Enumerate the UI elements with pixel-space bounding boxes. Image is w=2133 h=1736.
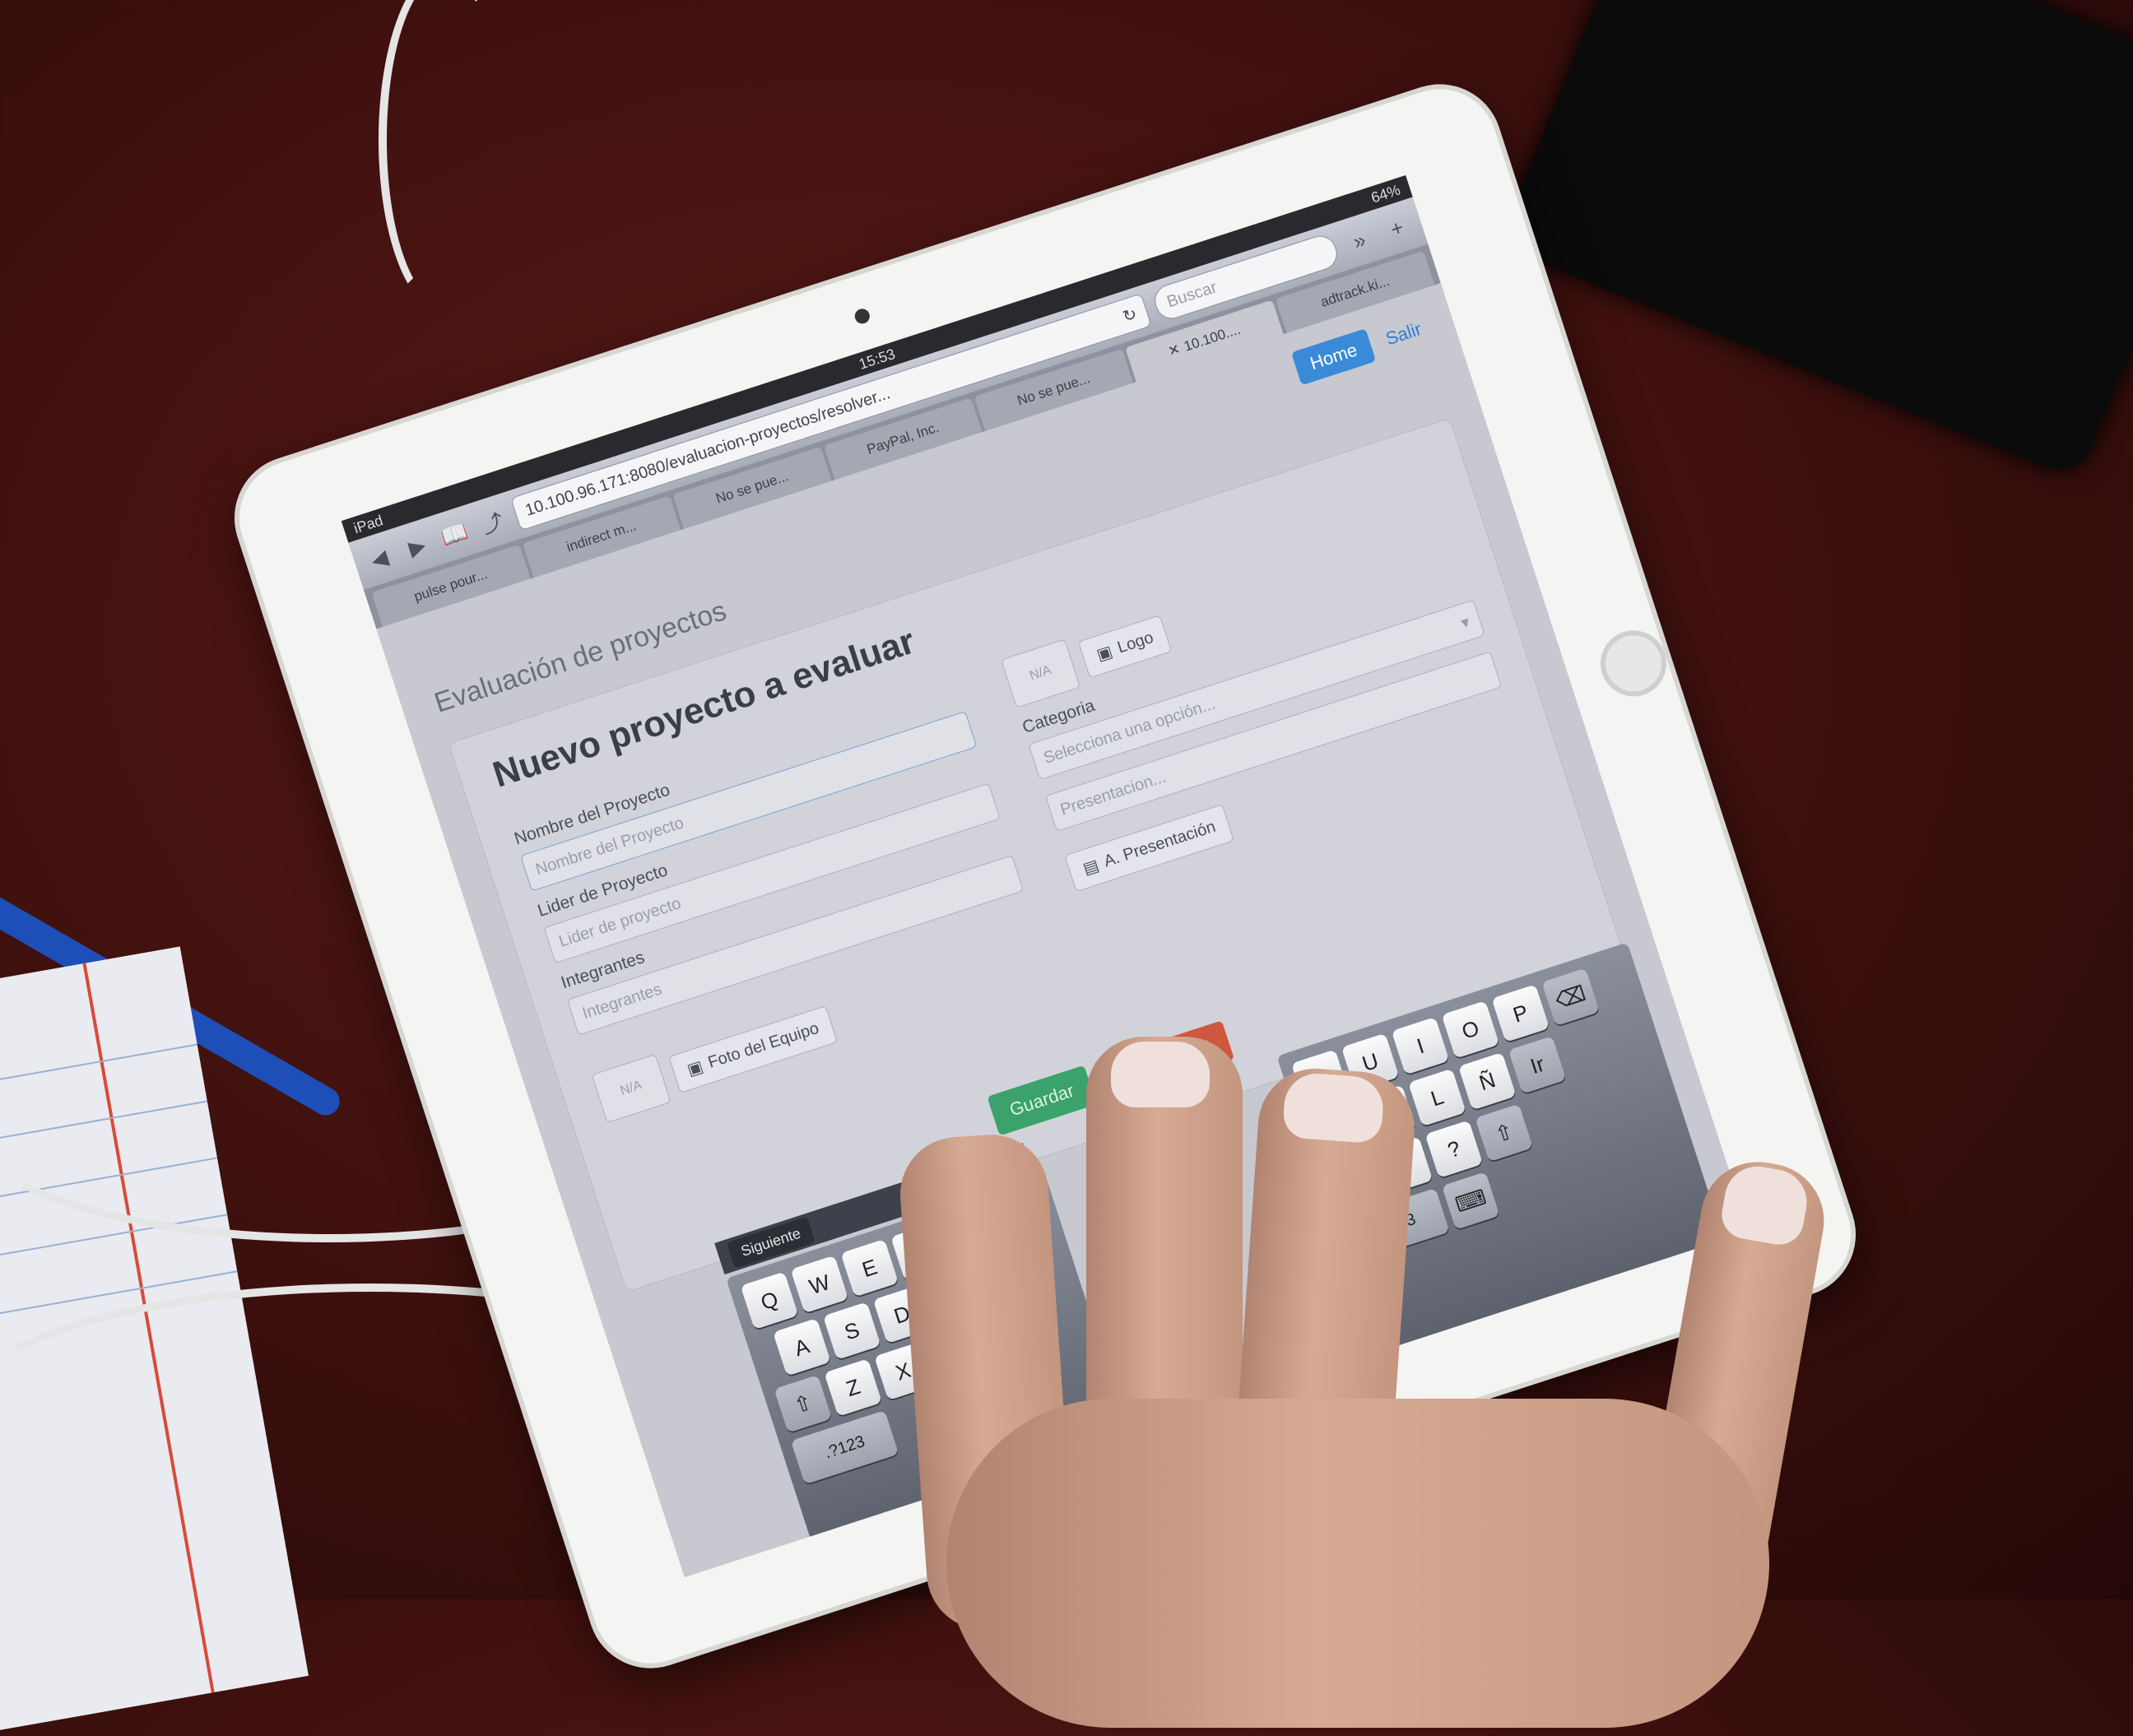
guardar-button[interactable]: Guardar xyxy=(987,1065,1098,1136)
key[interactable]: Z xyxy=(824,1358,882,1417)
home-button[interactable]: Home xyxy=(1291,328,1377,386)
cable xyxy=(379,0,510,313)
presentacion-placeholder: Presentacion... xyxy=(1057,767,1169,819)
logo-thumbnail: N/A xyxy=(1001,638,1081,708)
smartphone xyxy=(1498,0,2133,480)
presentacion-button-label: A. Presentación xyxy=(1101,817,1218,871)
backspace-key[interactable]: ⌫ xyxy=(1541,968,1600,1027)
fingernail xyxy=(1281,1071,1386,1144)
backspace-icon: ⌫ xyxy=(1552,980,1589,1014)
key[interactable]: ? xyxy=(1424,1120,1484,1178)
logo-button[interactable]: ▣ Logo xyxy=(1077,614,1173,678)
foto-button-label: Foto del Equipo xyxy=(705,1019,821,1072)
image-icon: ▣ xyxy=(685,1056,706,1079)
new-tab-icon[interactable]: + xyxy=(1378,210,1415,247)
key[interactable]: P xyxy=(1491,984,1550,1042)
file-icon: ▤ xyxy=(1080,856,1102,879)
shift-icon: ⇧ xyxy=(1491,1117,1517,1148)
shift-key[interactable]: ⇧ xyxy=(1475,1103,1533,1163)
key[interactable]: Ñ xyxy=(1458,1051,1517,1111)
key[interactable]: I xyxy=(1391,1016,1450,1075)
keyboard-icon: ⌨ xyxy=(1452,1183,1489,1218)
hand-palm xyxy=(946,1399,1769,1728)
integrantes-placeholder: Integrantes xyxy=(579,979,664,1023)
reader-icon[interactable]: » xyxy=(1341,221,1378,258)
search-placeholder: Buscar xyxy=(1164,277,1220,311)
reload-icon[interactable]: ↻ xyxy=(1120,303,1140,327)
shift-key[interactable]: ⇧ xyxy=(774,1375,833,1433)
close-tab-icon[interactable]: ✕ xyxy=(1166,341,1183,360)
chevron-down-icon: ▾ xyxy=(1458,612,1472,633)
back-icon[interactable]: ◀ xyxy=(360,540,397,577)
key[interactable]: L xyxy=(1408,1068,1466,1127)
logout-link[interactable]: Salir xyxy=(1383,318,1424,350)
key[interactable]: E xyxy=(840,1238,899,1297)
go-key[interactable]: Ir xyxy=(1508,1036,1567,1094)
fingernail xyxy=(1717,1161,1812,1249)
logo-button-label: Logo xyxy=(1115,628,1156,657)
key[interactable]: Q xyxy=(740,1271,799,1330)
fingernail xyxy=(1111,1042,1210,1107)
share-icon[interactable]: ⤴ xyxy=(473,504,510,541)
key[interactable]: O xyxy=(1441,1000,1500,1059)
foto-equipo-button[interactable]: ▣ Foto del Equipo xyxy=(668,1005,838,1093)
hide-keyboard-key[interactable]: ⌨ xyxy=(1441,1172,1500,1230)
shift-icon: ⇧ xyxy=(790,1389,816,1418)
bookmarks-icon[interactable]: 📖 xyxy=(436,516,473,553)
foto-thumbnail: N/A xyxy=(591,1053,672,1124)
key[interactable]: W xyxy=(790,1255,849,1314)
key[interactable]: A xyxy=(773,1318,831,1376)
forward-icon[interactable]: ▶ xyxy=(398,528,435,565)
key[interactable]: S xyxy=(822,1302,881,1360)
image-icon: ▣ xyxy=(1094,642,1115,665)
